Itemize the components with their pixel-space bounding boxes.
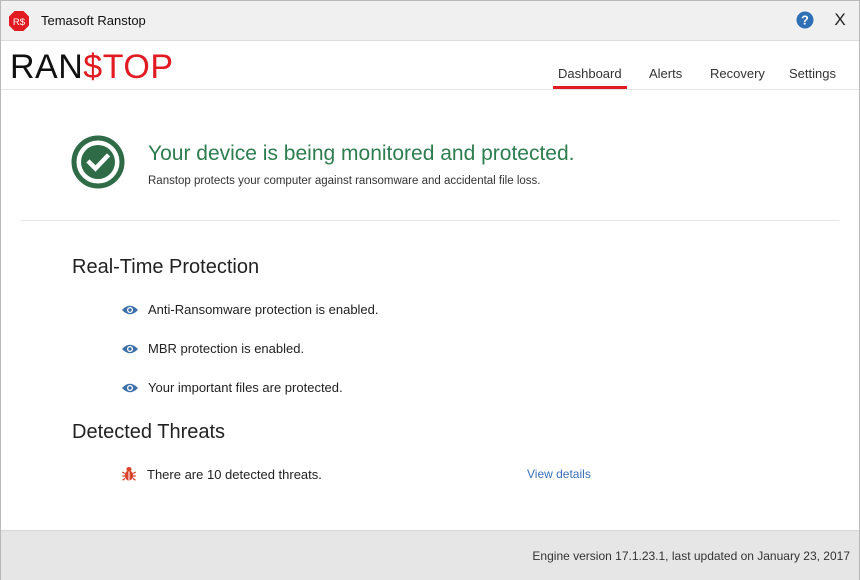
- app-icon-text: R$: [13, 17, 26, 28]
- engine-version-text: Engine version 17.1.23.1, last updated o…: [532, 549, 850, 563]
- view-details-link[interactable]: View details: [527, 467, 591, 481]
- app-header: RAN$TOP Dashboard Alerts Recovery Settin…: [1, 41, 859, 90]
- status-footer: Engine version 17.1.23.1, last updated o…: [1, 530, 859, 580]
- status-subtitle: Ranstop protects your computer against r…: [148, 175, 541, 187]
- detected-threats-count-text: There are 10 detected threats.: [147, 467, 322, 482]
- tab-settings[interactable]: Settings: [789, 66, 836, 81]
- logo-text-ran: RAN: [10, 48, 84, 86]
- logo-text-top: TOP: [102, 48, 174, 86]
- ranstop-logo: RAN$TOP: [10, 48, 174, 86]
- eye-icon: [122, 305, 138, 315]
- active-tab-indicator: [553, 86, 627, 89]
- app-window: R$ Temasoft Ranstop ? X RAN$TOP Dashboar…: [0, 0, 860, 580]
- ranstop-app-icon: R$: [9, 11, 29, 31]
- protection-item-text: Anti-Ransomware protection is enabled.: [148, 302, 379, 317]
- section-divider: [21, 220, 839, 221]
- detected-threats-heading: Detected Threats: [72, 421, 226, 443]
- status-title: Your device is being monitored and prote…: [148, 142, 575, 165]
- check-circle-icon: [71, 135, 125, 189]
- realtime-protection-heading: Real-Time Protection: [72, 256, 260, 278]
- window-title: Temasoft Ranstop: [41, 13, 146, 28]
- title-bar: R$ Temasoft Ranstop ? X: [1, 1, 859, 41]
- bug-icon: [122, 467, 136, 481]
- eye-icon: [122, 383, 138, 393]
- svg-text:?: ?: [801, 13, 809, 27]
- tab-alerts[interactable]: Alerts: [649, 66, 682, 81]
- protection-item-text: Your important files are protected.: [148, 380, 343, 395]
- logo-text-dollar: $: [83, 48, 103, 86]
- protection-item-text: MBR protection is enabled.: [148, 341, 305, 356]
- tab-recovery[interactable]: Recovery: [710, 66, 765, 81]
- tab-dashboard[interactable]: Dashboard: [558, 66, 622, 81]
- eye-icon: [122, 344, 138, 354]
- close-button[interactable]: X: [831, 9, 849, 31]
- question-circle-icon[interactable]: ?: [796, 11, 814, 29]
